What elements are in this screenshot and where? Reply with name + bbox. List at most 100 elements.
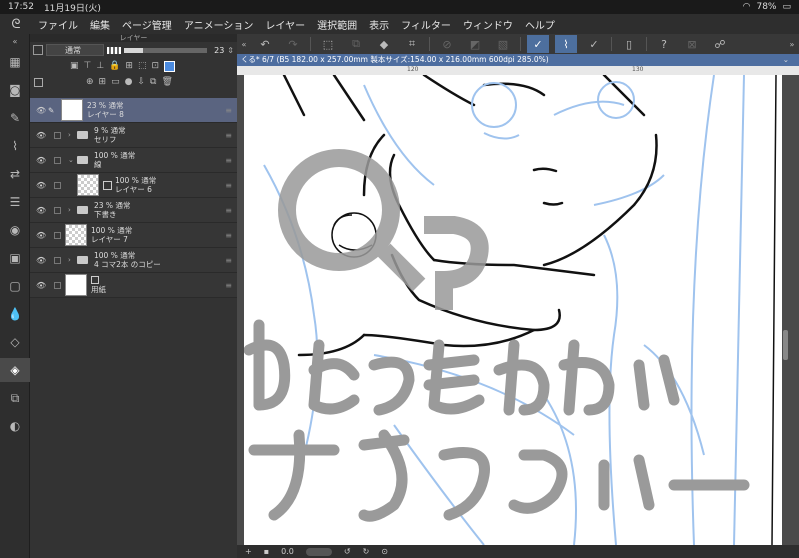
visibility-eye-icon[interactable]: 👁 (36, 256, 48, 265)
layer-checkbox[interactable] (54, 281, 61, 289)
layer-mask-icon[interactable]: ● (125, 77, 133, 87)
opacity-value[interactable]: 23 (210, 46, 224, 55)
rotate-right-icon[interactable]: ↻ (363, 547, 370, 556)
clip-icon[interactable]: ▣ (70, 61, 79, 71)
rotation-value[interactable]: 0.0 (281, 547, 294, 556)
drag-handle-icon[interactable]: ≡ (225, 131, 232, 140)
drag-handle-icon[interactable]: ≡ (225, 256, 232, 265)
collapse-icon[interactable]: « (0, 36, 30, 46)
blend-mode-select[interactable]: 通常 (46, 44, 104, 56)
visibility-eye-icon[interactable]: 👁 (36, 206, 48, 215)
pen-tool-icon[interactable]: ✎ (0, 106, 30, 130)
new-vector-layer-icon[interactable]: ⊞ (99, 77, 107, 87)
fill-bucket-icon[interactable]: ◆ (373, 35, 395, 53)
ruler-icon[interactable]: ⊡ (151, 61, 159, 71)
menu-view[interactable]: 表示 (363, 17, 395, 32)
copy-icon[interactable]: ⧉ (345, 35, 367, 53)
drag-handle-icon[interactable]: ≡ (225, 106, 232, 115)
tone-icon[interactable]: ◉ (0, 218, 30, 242)
layer-row[interactable]: 👁 › 100 % 通常 4 コマ2本 のコピー ≡ (30, 248, 237, 273)
undo-icon[interactable]: ↶ (254, 35, 276, 53)
visibility-eye-icon[interactable]: 👁 (36, 131, 48, 140)
layer-checkbox[interactable] (54, 131, 61, 139)
menu-selection[interactable]: 選択範囲 (311, 17, 363, 32)
new-folder-icon[interactable]: ▭ (111, 77, 120, 87)
new-raster-layer-icon[interactable]: ⊕ (86, 77, 94, 87)
select-icon[interactable]: ▧ (492, 35, 514, 53)
opacity-slider[interactable] (124, 47, 208, 53)
menu-window[interactable]: ウィンドウ (457, 17, 519, 32)
adjust-icon[interactable]: ☰ (0, 190, 30, 214)
layer-row[interactable]: 👁 ✎ 23 % 通常 レイヤー 8 ≡ (30, 98, 237, 123)
draft-icon[interactable]: ⊥ (96, 61, 104, 71)
reset-rotation-icon[interactable]: ⊙ (381, 547, 388, 556)
menu-page[interactable]: ページ管理 (116, 17, 178, 32)
app-logo-icon[interactable]: ᘓ (0, 17, 32, 32)
merge-icon[interactable]: ⇩ (137, 77, 145, 87)
opacity-stepper-icon[interactable]: ⇕ (227, 46, 234, 55)
layer-row[interactable]: 👁 ⌄ 100 % 通常線 ≡ (30, 148, 237, 173)
menu-edit[interactable]: 編集 (84, 17, 116, 32)
layers-icon[interactable]: ◈ (0, 358, 30, 382)
visibility-eye-icon[interactable]: 👁 (36, 231, 48, 240)
droplet-icon[interactable]: 💧 (0, 302, 30, 326)
menu-help[interactable]: ヘルプ (519, 17, 561, 32)
visibility-eye-icon[interactable]: 👁 (36, 281, 48, 290)
device-icon[interactable]: ▯ (618, 35, 640, 53)
visibility-eye-icon[interactable]: 👁 (36, 156, 48, 165)
delete-layer-icon[interactable]: 🗑 (161, 77, 172, 87)
material-icon[interactable]: ▣ (0, 246, 30, 270)
layer-row[interactable]: 👁 › 23 % 通常 下書き ≡ (30, 198, 237, 223)
expand-chevron-icon[interactable]: › (68, 131, 77, 139)
menu-file[interactable]: ファイル (32, 17, 84, 32)
collapse-left-icon[interactable]: « (240, 35, 248, 53)
drag-handle-icon[interactable]: ≡ (225, 206, 232, 215)
rotate-left-icon[interactable]: ↺ (344, 547, 351, 556)
visibility-eye-icon[interactable]: 👁 (36, 181, 48, 190)
frame-icon[interactable]: ▢ (0, 274, 30, 298)
rotation-slider[interactable] (305, 547, 332, 556)
modifier-key-icon[interactable]: ☍ (709, 35, 731, 53)
layer-checkbox[interactable] (54, 256, 61, 264)
collapse-chevron-icon[interactable]: ⌄ (68, 156, 77, 164)
mask-icon[interactable]: ⬚ (138, 61, 147, 71)
layer-row[interactable]: 👁 100 % 通常 レイヤー 7 ≡ (30, 223, 237, 248)
drag-handle-icon[interactable]: ≡ (225, 156, 232, 165)
copy-layer-icon[interactable]: ⧉ (150, 77, 156, 87)
layer-row[interactable]: 👁 用紙 ≡ (30, 273, 237, 298)
shapes-icon[interactable]: ◇ (0, 330, 30, 354)
layer-type-icon[interactable] (33, 45, 43, 55)
reference-icon[interactable]: ⊤ (84, 61, 92, 71)
camera-icon[interactable]: ◙ (0, 78, 30, 102)
layer-property-icon[interactable]: ⧉ (0, 386, 30, 410)
layer-row[interactable]: 👁 100 % 通常 レイヤー 6 ≡ (30, 173, 237, 198)
lock-transparent-icon[interactable]: ⊞ (125, 61, 133, 71)
expand-chevron-icon[interactable]: › (68, 206, 77, 214)
layer-checkbox[interactable] (54, 206, 61, 214)
redo-icon[interactable]: ↷ (282, 35, 304, 53)
layer-row[interactable]: 👁 › 9 % 通常 セリフ ≡ (30, 123, 237, 148)
lock-icon[interactable]: 🔒 (109, 61, 120, 71)
navigator-icon[interactable]: ▦ (0, 50, 30, 74)
menu-filter[interactable]: フィルター (395, 17, 457, 32)
zoom-in-icon[interactable]: + (245, 547, 252, 556)
drag-handle-icon[interactable]: ≡ (225, 181, 232, 190)
brush-tool-icon[interactable]: ⌇ (0, 134, 30, 158)
lasso-select-icon[interactable]: ⬚ (317, 35, 339, 53)
deselect-icon[interactable]: ⊘ (436, 35, 458, 53)
expand-chevron-icon[interactable]: › (68, 256, 77, 264)
brush-settings-icon[interactable]: ⌇ (555, 35, 577, 53)
collapse-right-icon[interactable]: » (788, 35, 796, 53)
menu-layer[interactable]: レイヤー (259, 17, 311, 32)
layer-menu-icon[interactable] (34, 77, 43, 87)
menu-animation[interactable]: アニメーション (178, 17, 260, 32)
invert-select-icon[interactable]: ◩ (464, 35, 486, 53)
color-icon[interactable]: ◐ (0, 414, 30, 438)
layer-checkbox[interactable] (54, 181, 61, 189)
help-icon[interactable]: ? (653, 35, 675, 53)
color-icon[interactable] (164, 60, 176, 72)
transform-icon[interactable]: ⇄ (0, 162, 30, 186)
drag-handle-icon[interactable]: ≡ (225, 231, 232, 240)
crop-icon[interactable]: ⌗ (401, 35, 423, 53)
fit-icon[interactable]: ▪ (264, 547, 269, 556)
